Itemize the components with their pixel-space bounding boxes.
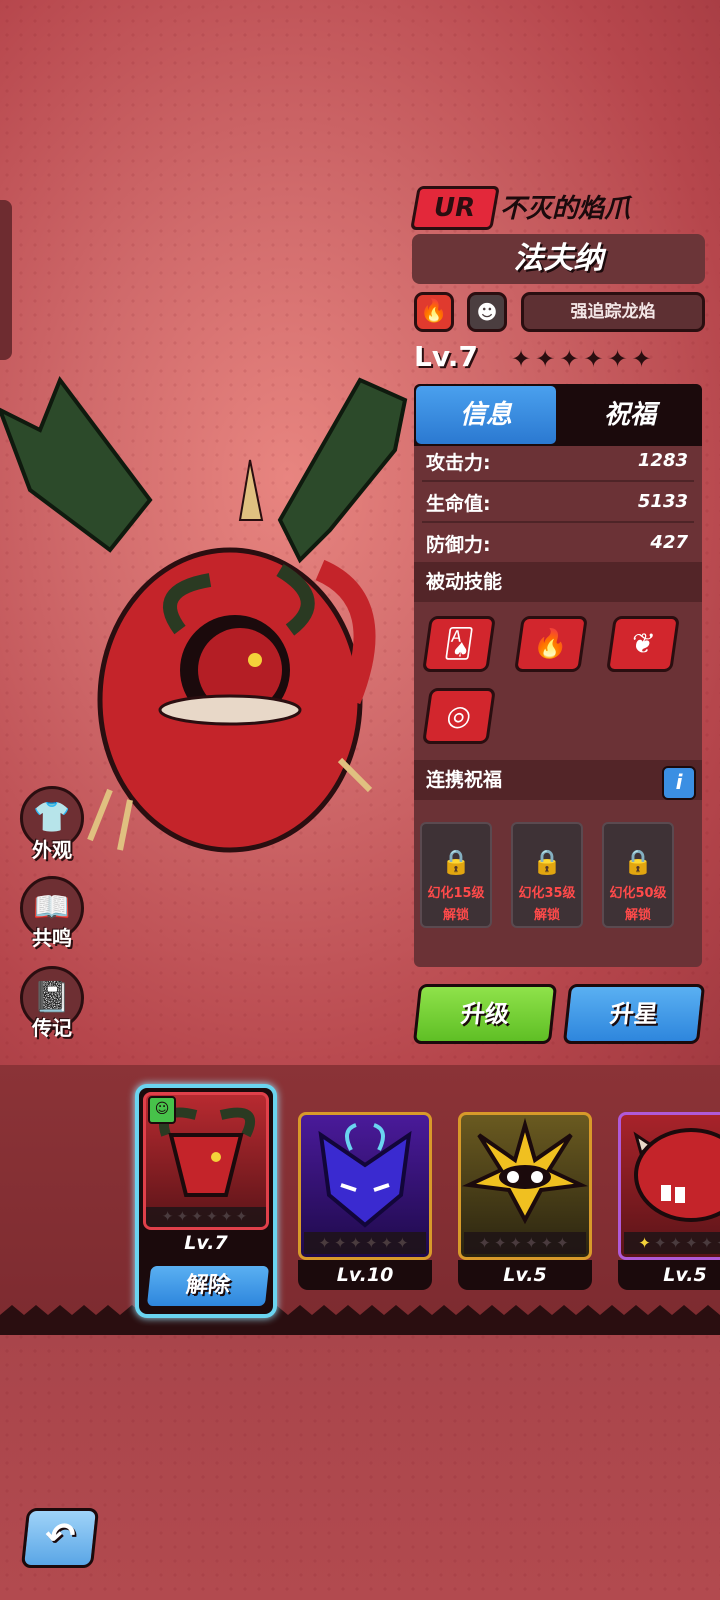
upgrade-button[interactable]: 升级 bbox=[412, 984, 558, 1044]
demon-mask-icon[interactable]: ☻ bbox=[467, 292, 507, 332]
roster-card[interactable]: ✦✦✦✦✦✦ Lv.5 bbox=[618, 1112, 720, 1290]
flame-claw-icon[interactable]: ❦ bbox=[606, 616, 680, 672]
stat-label: 防御力: bbox=[426, 534, 491, 556]
lock-icon: 🔒 bbox=[441, 848, 471, 876]
stat-row-hp: 生命值: 5133 bbox=[422, 481, 694, 523]
hero-name: 法夫纳 bbox=[412, 234, 705, 284]
stat-value: 5133 bbox=[637, 491, 688, 512]
lock-icon: 🔒 bbox=[532, 848, 562, 876]
bond-slot-1[interactable]: 🔒 幻化15级 解锁 bbox=[420, 822, 492, 928]
bond-blessing-header: 连携祝福 i bbox=[414, 760, 702, 800]
roster-level: Lv.10 bbox=[298, 1260, 432, 1290]
signature-skill-button[interactable]: 强追踪龙焰 bbox=[521, 292, 705, 332]
equipped-badge-icon: ☺ bbox=[148, 1096, 176, 1124]
spike-border bbox=[0, 1305, 720, 1335]
side-drawer-tab[interactable] bbox=[0, 200, 12, 360]
unlock-status: 解锁 bbox=[624, 908, 651, 923]
release-button[interactable]: 解除 bbox=[146, 1266, 270, 1306]
unlock-condition: 幻化35级 bbox=[518, 886, 576, 901]
stat-row-attack: 攻击力: 1283 bbox=[422, 440, 694, 482]
roster-card-selected[interactable]: ☺ ✦✦✦✦✦✦ Lv.7 解除 bbox=[135, 1084, 277, 1318]
fire-icon[interactable]: 🔥 bbox=[414, 292, 454, 332]
roster-card[interactable]: ✦✦✦✦✦✦ Lv.10 bbox=[298, 1112, 432, 1290]
star-rating: ✦✦✦✦✦✦ bbox=[146, 1207, 266, 1227]
hero-portrait: ✦✦✦✦✦✦ bbox=[458, 1112, 592, 1260]
star-rating: ✦✦✦✦✦✦ bbox=[511, 345, 656, 373]
roster-level: Lv.7 bbox=[184, 1232, 228, 1254]
stat-value: 427 bbox=[650, 532, 688, 553]
unlock-condition: 幻化15级 bbox=[427, 886, 485, 901]
unlock-condition: 幻化50级 bbox=[609, 886, 667, 901]
panel-tabs: 信息 祝福 bbox=[414, 384, 702, 446]
star-rating: ✦✦✦✦✦✦ bbox=[304, 1232, 426, 1254]
bond-slot-3[interactable]: 🔒 幻化50级 解锁 bbox=[602, 822, 674, 928]
tab-info[interactable]: 信息 bbox=[416, 386, 556, 444]
stat-label: 攻击力: bbox=[426, 452, 491, 474]
swirl-icon[interactable]: ◎ bbox=[422, 688, 496, 744]
roster-level: Lv.5 bbox=[458, 1260, 592, 1290]
star-rating: ✦✦✦✦✦✦ bbox=[464, 1232, 586, 1254]
info-icon[interactable]: i bbox=[662, 766, 696, 800]
hero-portrait: ✦✦✦✦✦✦ bbox=[618, 1112, 720, 1260]
fire-icon[interactable]: 🔥 bbox=[514, 616, 588, 672]
stat-label: 生命值: bbox=[426, 493, 491, 515]
info-panel: 信息 祝福 攻击力: 1283 生命值: 5133 防御力: 427 被动技能 … bbox=[414, 384, 702, 967]
appearance-label[interactable]: 外观 bbox=[20, 834, 84, 863]
tab-blessing[interactable]: 祝福 bbox=[560, 386, 700, 444]
bond-title: 连携祝福 bbox=[426, 769, 503, 791]
roster-level: Lv.5 bbox=[618, 1260, 720, 1290]
filled-star-icon: ✦ bbox=[638, 1234, 654, 1252]
passive-skills-header: 被动技能 bbox=[414, 562, 702, 602]
bond-slot-2[interactable]: 🔒 幻化35级 解锁 bbox=[511, 822, 583, 928]
stat-value: 1283 bbox=[637, 450, 688, 471]
resonance-label[interactable]: 共鸣 bbox=[20, 922, 84, 951]
star-rating: ✦✦✦✦✦✦ bbox=[624, 1232, 720, 1254]
stat-row-defense: 防御力: 427 bbox=[422, 522, 694, 562]
unlock-status: 解锁 bbox=[442, 908, 469, 923]
hero-level: Lv.7 bbox=[414, 340, 478, 373]
star-up-button[interactable]: 升星 bbox=[562, 984, 706, 1044]
lock-icon: 🔒 bbox=[623, 848, 653, 876]
hero-portrait: ✦✦✦✦✦✦ bbox=[298, 1112, 432, 1260]
unlock-status: 解锁 bbox=[533, 908, 560, 923]
hero-subtitle: 不灭的焰爪 bbox=[500, 194, 631, 224]
back-arrow-icon[interactable]: ↶ bbox=[20, 1508, 100, 1568]
rarity-badge: UR bbox=[410, 186, 500, 230]
cards-dice-icon[interactable]: 🂡 bbox=[422, 616, 496, 672]
biography-label[interactable]: 传记 bbox=[20, 1012, 84, 1041]
roster-card[interactable]: ✦✦✦✦✦✦ Lv.5 bbox=[458, 1112, 592, 1290]
